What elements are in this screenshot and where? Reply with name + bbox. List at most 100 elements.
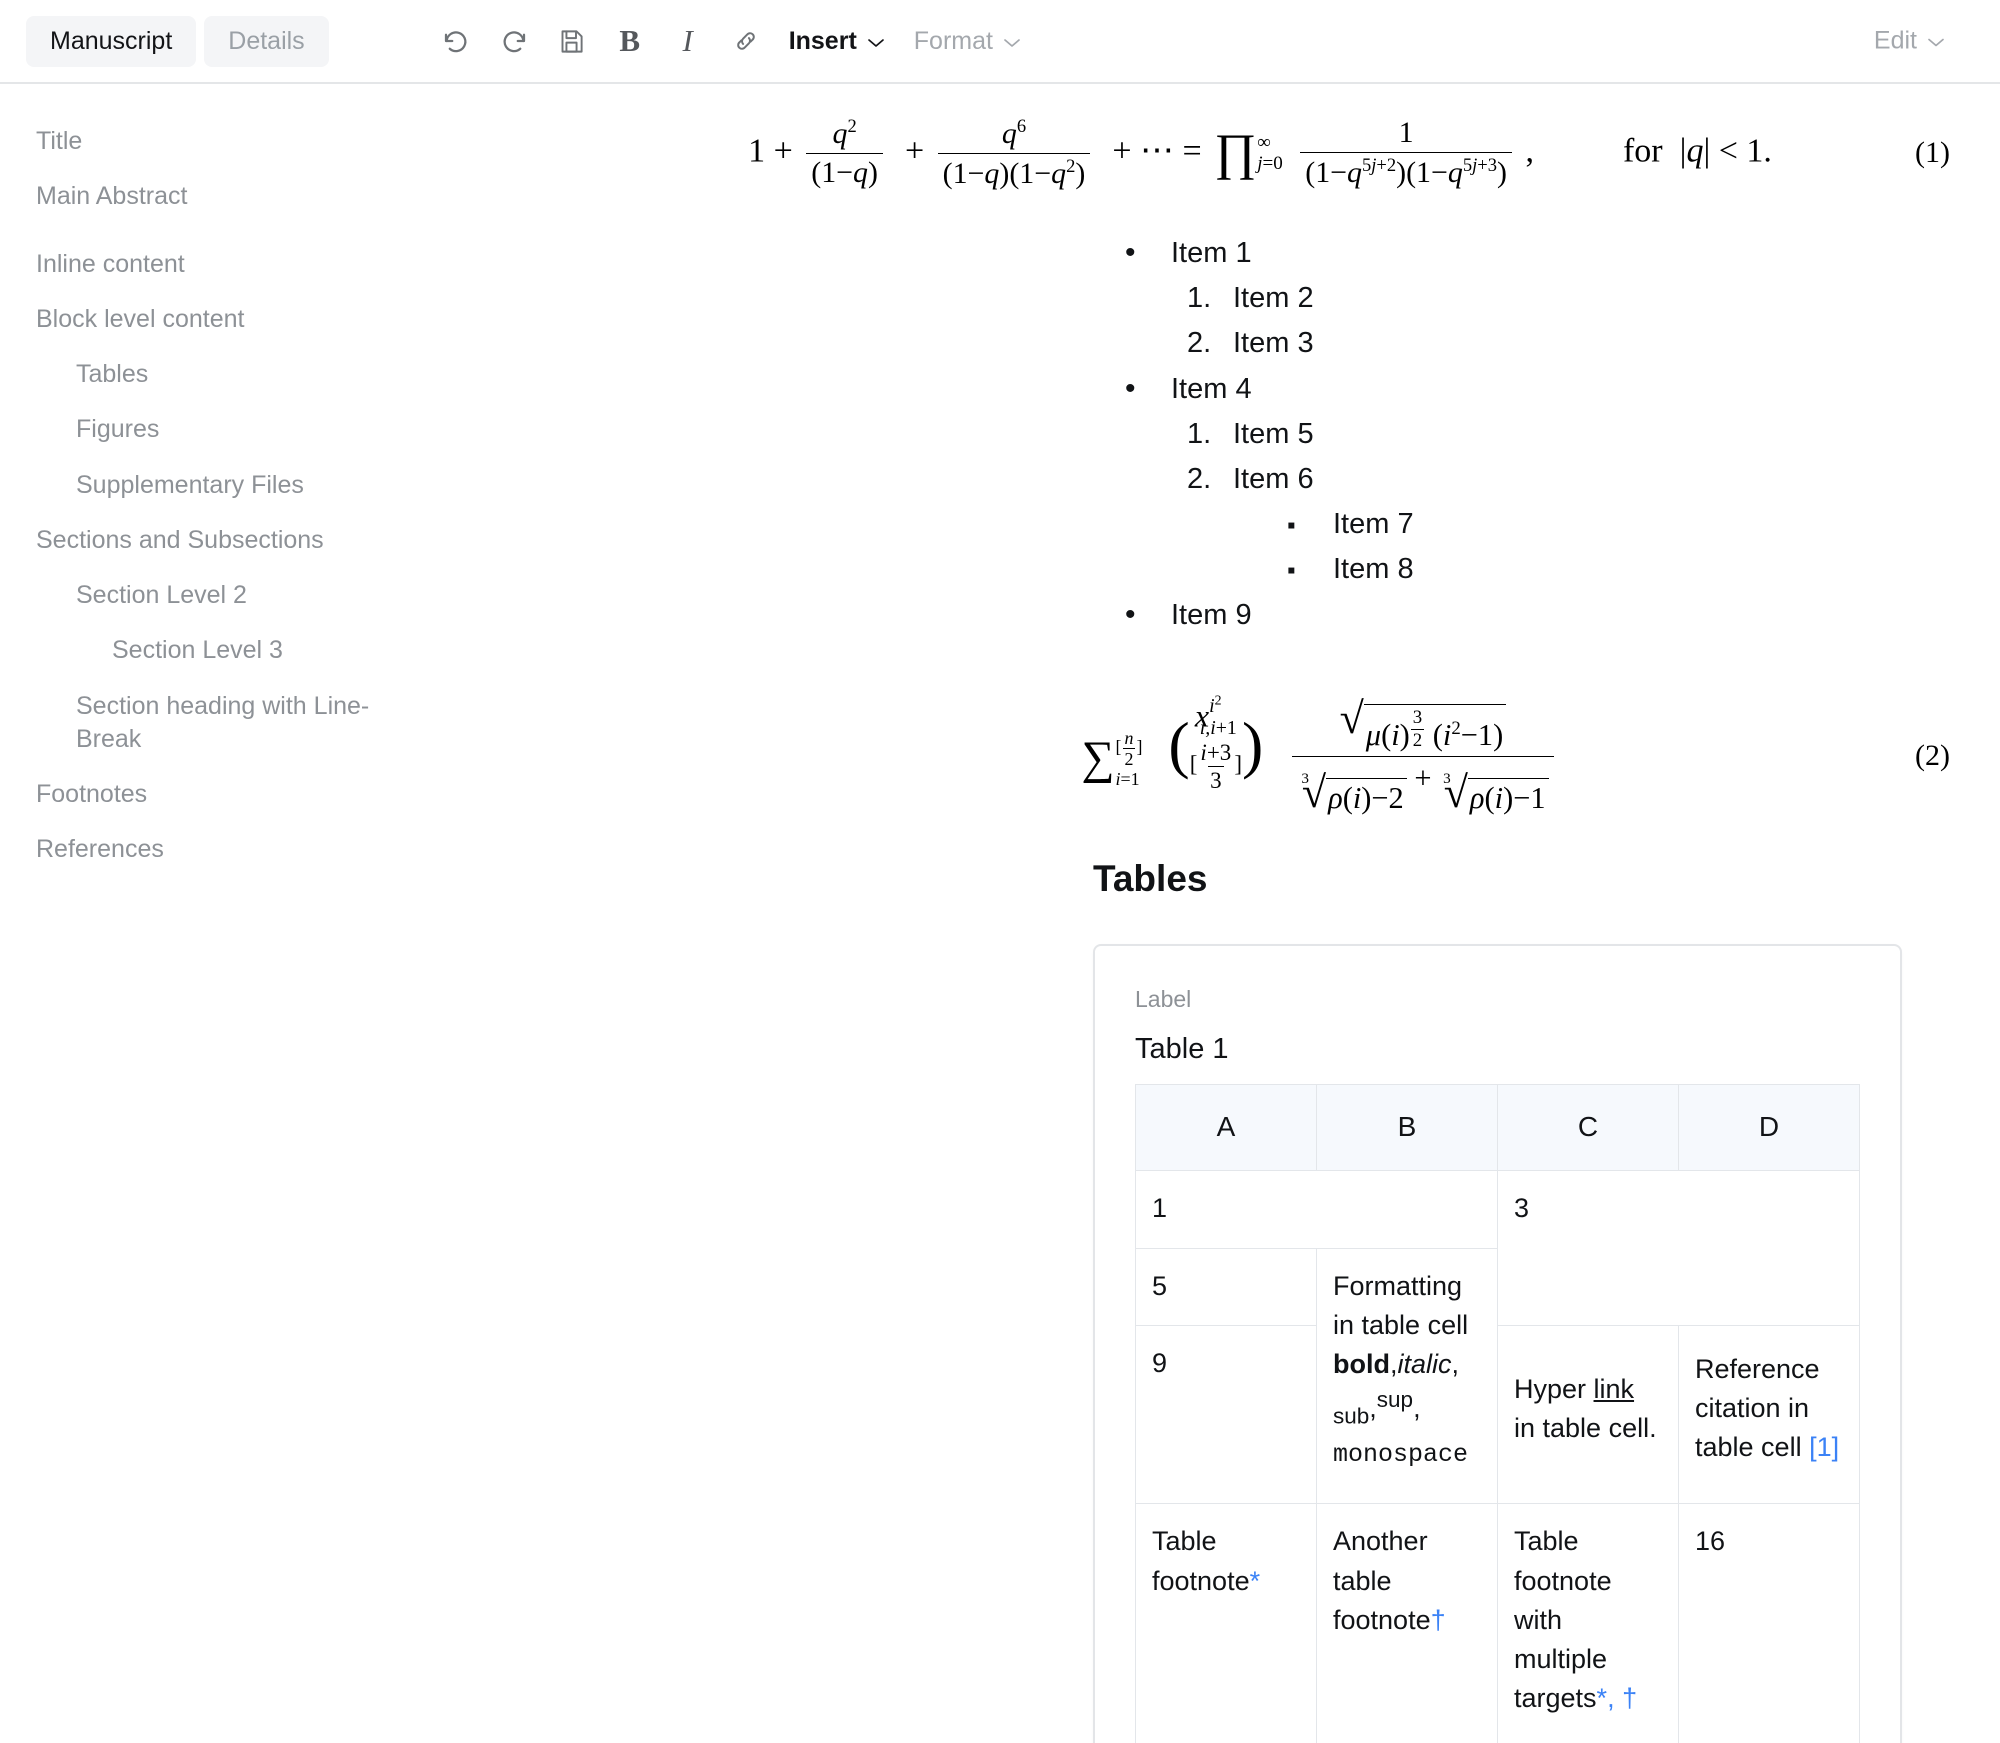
list-item-label: Item 3 xyxy=(1233,329,1314,358)
list-item-label: Item 1 xyxy=(1171,239,1252,268)
sidebar-item-references[interactable]: References xyxy=(0,822,420,877)
reference-citation-link[interactable]: [1] xyxy=(1809,1432,1839,1462)
list-item-label: Item 8 xyxy=(1333,555,1414,584)
list-item[interactable]: Item 9 xyxy=(1125,592,1960,638)
list-marker: 2. xyxy=(1187,465,1233,494)
table-cell-d4[interactable]: 16 xyxy=(1679,1504,1860,1743)
footnote-marker-separator: , xyxy=(1607,1683,1622,1713)
link-icon[interactable] xyxy=(717,15,775,67)
footnote-b-text: Another table footnote xyxy=(1333,1526,1431,1634)
chevron-down-icon xyxy=(1926,27,1946,56)
table-column-header-d[interactable]: D xyxy=(1679,1085,1860,1171)
sidebar-item-title[interactable]: Title xyxy=(0,114,420,169)
formatting-line-1: Formatting in table cell xyxy=(1333,1271,1468,1340)
list-item-label: Item 9 xyxy=(1171,601,1252,630)
outline-sidebar: Title Main Abstract Inline content Block… xyxy=(0,84,560,1743)
formatting-comma-4: , xyxy=(1413,1393,1421,1423)
list-item[interactable]: Item 1 xyxy=(1125,230,1960,276)
equation-block-2[interactable]: ∑ [n2] i=1 ( xi2i,i+1 [i+33] ) xyxy=(560,696,1960,816)
list-item[interactable]: 1. Item 2 xyxy=(1187,276,1960,321)
list-item[interactable]: 2. Item 3 xyxy=(1187,321,1960,366)
chevron-down-icon xyxy=(1002,27,1022,56)
table-cell-b4-footnote[interactable]: Another table footnote† xyxy=(1317,1504,1498,1743)
table-row[interactable]: 1 3 xyxy=(1136,1170,1860,1248)
table-card[interactable]: Label Table 1 A B C D 1 xyxy=(1093,944,1902,1743)
formatting-comma-3: , xyxy=(1369,1393,1377,1423)
edit-menu-container: Edit xyxy=(1860,19,1960,64)
sidebar-item-inline-content[interactable]: Inline content xyxy=(0,237,420,292)
tab-manuscript[interactable]: Manuscript xyxy=(26,16,196,67)
table-cell-a3[interactable]: 9 xyxy=(1136,1326,1317,1504)
chevron-down-icon xyxy=(866,27,886,56)
hyperlink-suffix: in table cell. xyxy=(1514,1413,1657,1443)
table-column-header-b[interactable]: B xyxy=(1317,1085,1498,1171)
table-label-field-value[interactable]: Table 1 xyxy=(1135,1033,1860,1066)
manuscript-editor[interactable]: 1 + q2 (1−q) + q6 (1−q)(1−q2) + ⋯ = ∏ xyxy=(560,84,2000,1743)
sidebar-item-sections-and-subsections[interactable]: Sections and Subsections xyxy=(0,513,420,568)
table-cell-c1[interactable]: 3 xyxy=(1498,1170,1860,1325)
table-cell-link[interactable]: link xyxy=(1594,1374,1635,1404)
list-marker: 1. xyxy=(1187,420,1233,449)
table-cell-a2[interactable]: 5 xyxy=(1136,1248,1317,1325)
equation-1-number: (1) xyxy=(1915,136,1950,170)
list-marker: 2. xyxy=(1187,329,1233,358)
view-tab-group: Manuscript Details xyxy=(26,16,329,67)
equation-1-condition: for xyxy=(1623,132,1663,169)
list-item[interactable]: Item 8 xyxy=(1287,547,1960,592)
formatting-tools: B I Insert Format xyxy=(427,15,1036,67)
table-column-header-a[interactable]: A xyxy=(1136,1085,1317,1171)
sidebar-item-tables[interactable]: Tables xyxy=(0,347,420,402)
italic-button[interactable]: I xyxy=(659,15,717,67)
list-item[interactable]: Item 7 xyxy=(1287,502,1960,547)
list-item-label: Item 5 xyxy=(1233,420,1314,449)
hyperlink-prefix: Hyper xyxy=(1514,1374,1594,1404)
table-cell-c3-hyperlink[interactable]: Hyper link in table cell. xyxy=(1498,1326,1679,1504)
table-cell-b2-formatting[interactable]: Formatting in table cell bold,italic, su… xyxy=(1317,1248,1498,1504)
equation-block-1[interactable]: 1 + q2 (1−q) + q6 (1−q)(1−q2) + ⋯ = ∏ xyxy=(560,98,1960,208)
sidebar-item-main-abstract[interactable]: Main Abstract xyxy=(0,169,420,224)
list-item-label: Item 7 xyxy=(1333,510,1414,539)
bullet-square-icon xyxy=(1287,510,1333,539)
table-cell-a1[interactable]: 1 xyxy=(1136,1170,1498,1248)
list-item[interactable]: 1. Item 5 xyxy=(1187,412,1960,457)
list-item-label: Item 6 xyxy=(1233,465,1314,494)
table-row[interactable]: Table footnote* Another table footnote† … xyxy=(1136,1504,1860,1743)
sidebar-item-footnotes[interactable]: Footnotes xyxy=(0,767,420,822)
footnote-marker-asterisk[interactable]: * xyxy=(1250,1566,1261,1596)
table-cell-c4-footnote[interactable]: Table footnote with multiple targets*, † xyxy=(1498,1504,1679,1743)
sidebar-item-figures[interactable]: Figures xyxy=(0,402,420,457)
formatting-comma-2: , xyxy=(1452,1349,1460,1379)
redo-icon[interactable] xyxy=(485,15,543,67)
list-marker: 1. xyxy=(1187,284,1233,313)
formatting-italic: italic xyxy=(1398,1349,1452,1379)
footnote-marker-dagger[interactable]: † xyxy=(1431,1605,1446,1635)
tab-details[interactable]: Details xyxy=(204,16,328,67)
citation-text: Reference citation in table cell xyxy=(1695,1354,1820,1462)
nested-list[interactable]: Item 1 1. Item 2 2. Item 3 Item 4 1. Ite… xyxy=(560,208,1960,638)
sidebar-item-block-level-content[interactable]: Block level content xyxy=(0,292,420,347)
table-column-header-c[interactable]: C xyxy=(1498,1085,1679,1171)
formatting-comma-1: , xyxy=(1390,1349,1398,1379)
formatting-superscript: sup xyxy=(1377,1387,1413,1412)
footnote-marker-asterisk[interactable]: * xyxy=(1597,1683,1608,1713)
table-row[interactable]: 9 Hyper link in table cell. Reference ci… xyxy=(1136,1326,1860,1504)
sidebar-item-section-level-3[interactable]: Section Level 3 xyxy=(0,623,420,678)
undo-icon[interactable] xyxy=(427,15,485,67)
footnote-marker-dagger[interactable]: † xyxy=(1622,1683,1637,1713)
format-menu[interactable]: Format xyxy=(900,19,1036,64)
formatting-monospace: monospace xyxy=(1333,1440,1468,1469)
sidebar-item-section-heading-line-break[interactable]: Section heading with Line-Break xyxy=(0,679,420,768)
list-item[interactable]: Item 4 xyxy=(1125,366,1960,412)
table-cell-a4-footnote[interactable]: Table footnote* xyxy=(1136,1504,1317,1743)
bold-button[interactable]: B xyxy=(601,15,659,67)
footnote-a-text: Table footnote xyxy=(1152,1526,1250,1595)
edit-menu[interactable]: Edit xyxy=(1860,19,1960,64)
list-item[interactable]: 2. Item 6 xyxy=(1187,457,1960,502)
sidebar-item-supplementary-files[interactable]: Supplementary Files xyxy=(0,458,420,513)
sidebar-item-section-level-2[interactable]: Section Level 2 xyxy=(0,568,420,623)
save-floppy-icon[interactable] xyxy=(543,15,601,67)
insert-menu[interactable]: Insert xyxy=(775,19,900,64)
table-cell-d3-citation[interactable]: Reference citation in table cell [1] xyxy=(1679,1326,1860,1504)
app-toolbar: Manuscript Details B I xyxy=(0,0,2000,84)
example-table[interactable]: A B C D 1 3 5 For xyxy=(1135,1084,1860,1743)
